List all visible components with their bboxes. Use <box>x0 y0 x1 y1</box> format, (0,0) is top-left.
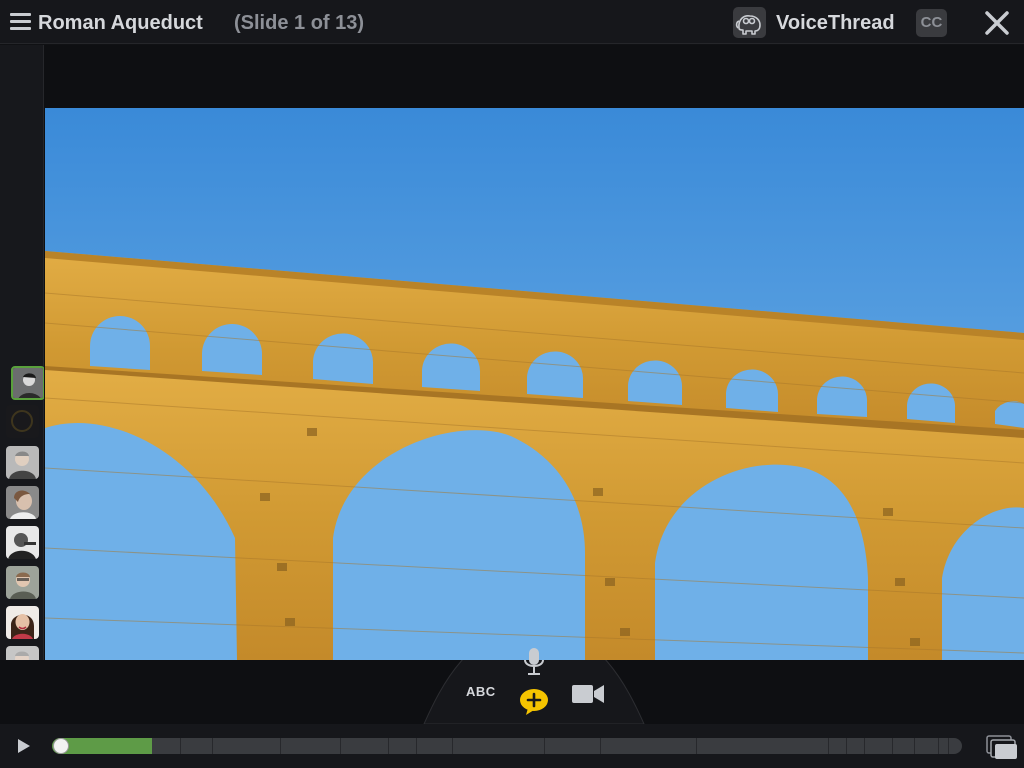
slide-timeline[interactable] <box>52 738 962 754</box>
timeline-segment <box>892 738 893 754</box>
timeline-segment <box>600 738 601 754</box>
player-bar <box>0 724 1024 768</box>
timeline-segment <box>340 738 341 754</box>
avatar-commenter-dim[interactable] <box>6 405 39 438</box>
timeline-segment <box>948 738 949 754</box>
menu-icon[interactable] <box>10 13 31 31</box>
timeline-segment <box>180 738 181 754</box>
brand-name: VoiceThread <box>776 12 895 34</box>
slide-viewer[interactable] <box>44 45 1024 660</box>
voicethread-app: Roman Aqueduct (Slide 1 of 13) VoiceThre… <box>0 0 1024 768</box>
voicethread-logo-icon <box>733 7 766 38</box>
add-comment-icon[interactable] <box>518 687 550 717</box>
timeline-segment <box>938 738 939 754</box>
avatar-commenter-7[interactable] <box>6 606 39 639</box>
top-bar: Roman Aqueduct (Slide 1 of 13) VoiceThre… <box>0 0 1024 44</box>
slide-counter: (Slide 1 of 13) <box>234 12 365 34</box>
avatar-commenter-5[interactable] <box>6 526 39 559</box>
timeline-segment <box>914 738 915 754</box>
timeline-segment <box>212 738 213 754</box>
timeline-segment <box>416 738 417 754</box>
video-camera-icon[interactable] <box>571 683 605 705</box>
timeline-segment <box>828 738 829 754</box>
timeline-segment <box>280 738 281 754</box>
timeline-segment <box>544 738 545 754</box>
microphone-icon[interactable] <box>521 646 547 678</box>
slides-grid-icon[interactable] <box>985 733 1019 761</box>
commenter-sidebar <box>0 45 45 725</box>
avatar-commenter-3[interactable] <box>6 446 39 479</box>
avatar-commenter-4[interactable] <box>6 486 39 519</box>
timeline-segment <box>388 738 389 754</box>
timeline-segment <box>846 738 847 754</box>
avatar-commenter-active[interactable] <box>11 366 45 400</box>
timeline-segment <box>696 738 697 754</box>
closed-captions-button[interactable]: CC <box>916 9 947 37</box>
roman-aqueduct-image <box>45 108 1024 660</box>
timeline-segment <box>452 738 453 754</box>
thread-title: Roman Aqueduct <box>38 12 203 34</box>
comment-dock <box>0 660 1024 724</box>
text-comment-button[interactable]: ABC <box>466 684 496 699</box>
close-icon[interactable] <box>982 8 1012 38</box>
timeline-segment <box>864 738 865 754</box>
timeline-scrubber-handle[interactable] <box>53 738 69 754</box>
play-icon[interactable] <box>12 737 34 755</box>
avatar-commenter-6[interactable] <box>6 566 39 599</box>
